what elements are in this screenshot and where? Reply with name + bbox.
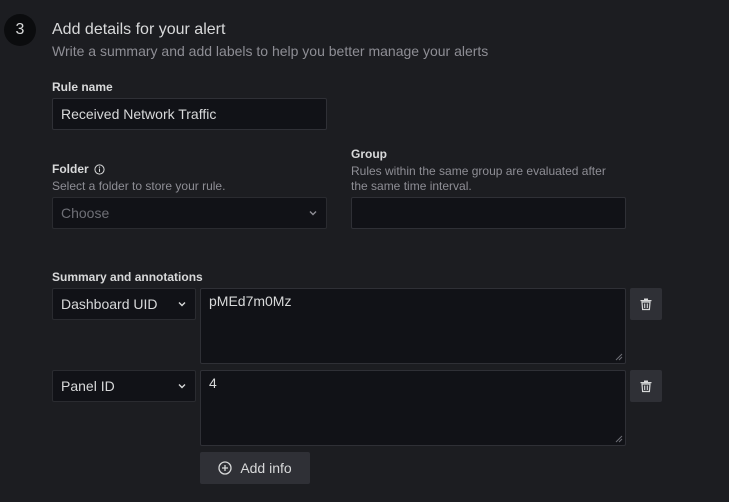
rule-name-label: Rule name [52, 80, 113, 94]
chevron-down-icon [309, 211, 317, 216]
resize-handle-icon[interactable] [615, 435, 623, 443]
chevron-down-icon [178, 384, 186, 389]
annotation-key-value: Panel ID [61, 378, 115, 394]
add-info-button[interactable]: Add info [200, 452, 310, 484]
add-info-label: Add info [240, 460, 292, 476]
folder-label: Folder [52, 162, 89, 176]
annotation-key-value: Dashboard UID [61, 296, 158, 312]
delete-annotation-button[interactable] [630, 370, 662, 402]
info-circle-icon[interactable] [94, 163, 105, 175]
folder-description: Select a folder to store your rule. [52, 179, 226, 193]
rule-name-value: Received Network Traffic [61, 106, 217, 122]
folder-placeholder: Choose [61, 205, 110, 221]
trash-icon [640, 380, 652, 393]
annotation-value-textarea[interactable]: pMEd7m0Mz [200, 288, 626, 364]
group-description-line1: Rules within the same group are evaluate… [351, 164, 606, 178]
step-title: Add details for your alert [52, 21, 226, 38]
step-number-badge: 3 [4, 14, 36, 46]
group-input[interactable] [351, 197, 626, 229]
alert-details-section: 3 Add details for your alert Write a sum… [0, 0, 729, 502]
step-description: Write a summary and add labels to help y… [52, 43, 489, 59]
annotation-value-text: 4 [209, 375, 217, 391]
chevron-down-icon [178, 302, 186, 307]
folder-label-row: Folder [52, 162, 105, 176]
plus-circle-icon [218, 461, 232, 475]
delete-annotation-button[interactable] [630, 288, 662, 320]
resize-handle-icon[interactable] [615, 353, 623, 361]
annotation-value-text: pMEd7m0Mz [209, 293, 292, 309]
annotation-key-select[interactable]: Dashboard UID [52, 288, 196, 320]
trash-icon [640, 298, 652, 311]
annotation-key-select[interactable]: Panel ID [52, 370, 196, 402]
annotation-value-textarea[interactable]: 4 [200, 370, 626, 446]
group-label: Group [351, 147, 387, 161]
rule-name-input[interactable]: Received Network Traffic [52, 98, 327, 130]
folder-select[interactable]: Choose [52, 197, 327, 229]
group-description-line2: the same time interval. [351, 179, 472, 193]
annotations-label: Summary and annotations [52, 270, 203, 284]
